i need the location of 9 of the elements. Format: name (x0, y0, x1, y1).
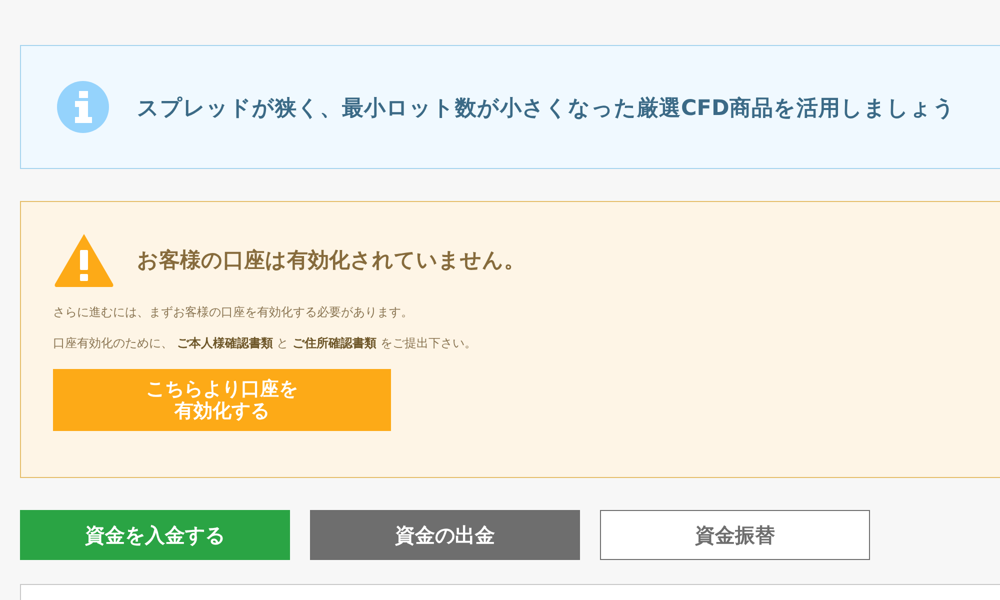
info-message: スプレッドが狭く、最小ロット数が小さくなった厳選CFD商品を活用しましょう (137, 94, 956, 122)
warning-text: さらに進むには、まずお客様の口座を有効化する必要があります。 (53, 305, 414, 319)
info-icon (57, 81, 109, 133)
warning-text: 口座有効化のために、 ご本人様確認書類 と ご住所確認書類 をご提出下さい。 (53, 336, 478, 350)
warning-title: お客様の口座は有効化されていません。 (137, 247, 525, 274)
fund-button[interactable]: 資金を入金する (20, 510, 290, 560)
fund-button[interactable]: 資金の出金 (310, 510, 580, 560)
warning-icon (53, 232, 115, 288)
fund-button[interactable]: 資金振替 (600, 510, 870, 560)
